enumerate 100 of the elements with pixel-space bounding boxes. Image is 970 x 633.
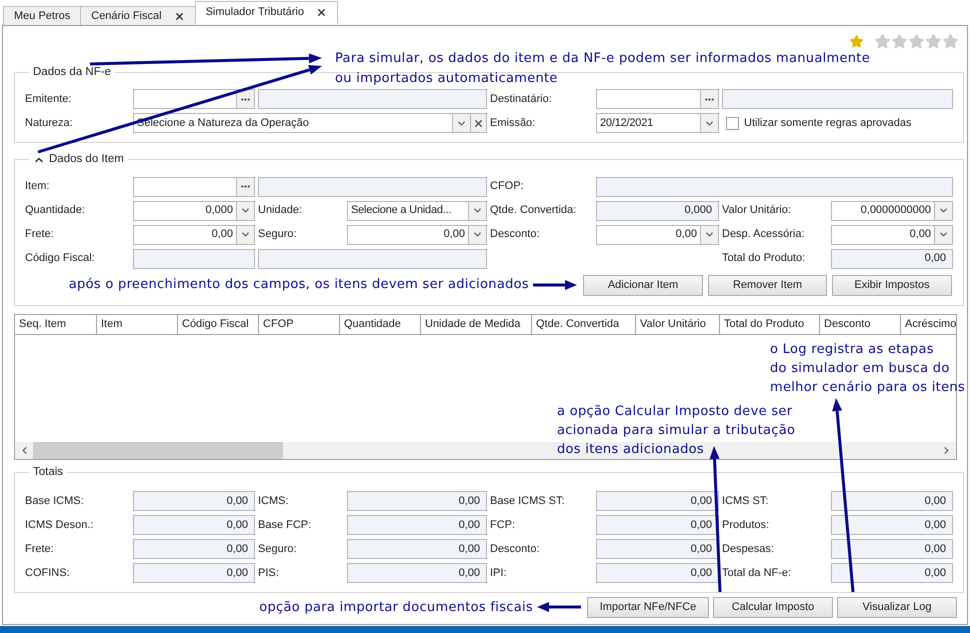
field-label: Base ICMS:: [25, 494, 84, 508]
number-field[interactable]: 0,000: [133, 200, 255, 220]
number-field[interactable]: 0,00: [831, 224, 953, 244]
field-label: CFOP:: [490, 179, 524, 194]
dropdown-field[interactable]: 20/12/2021: [596, 113, 719, 134]
favorite-star-icon[interactable]: [849, 34, 864, 48]
action-button[interactable]: Exibir Impostos: [832, 274, 952, 296]
dropdown-button[interactable]: [700, 114, 718, 132]
annotation: a opção Calcular Imposto deve ser acionada para simular a tributação dos itens adicionados: [557, 403, 796, 459]
rating-star-icon: [891, 32, 908, 50]
field-label: Desconto:: [490, 227, 540, 242]
dropdown-field[interactable]: Selecione a Unidad...: [347, 200, 487, 220]
action-button[interactable]: Adicionar Item: [583, 274, 703, 296]
dropdown-button[interactable]: [468, 202, 486, 220]
field-label: Frete:: [25, 542, 54, 556]
action-button[interactable]: Remover Item: [708, 274, 827, 296]
readonly-field: 0,00: [347, 562, 487, 583]
readonly-field: 0,00: [347, 514, 487, 535]
field-label: ICMS ST:: [722, 494, 768, 508]
field-label: Qtde. Convertida:: [490, 203, 576, 218]
action-button[interactable]: Visualizar Log: [837, 596, 957, 618]
rating-star-icon: [925, 32, 942, 50]
field-label: ICMS:: [258, 494, 289, 508]
field-label: Item:: [25, 179, 50, 194]
field-label: Código Fiscal:: [25, 251, 95, 266]
action-button[interactable]: Importar NFe/NFCe: [587, 596, 709, 618]
readonly-field: 0,00: [133, 538, 255, 559]
dropdown-button[interactable]: [700, 226, 718, 244]
column-header[interactable]: Total do Produto: [720, 314, 820, 334]
column-header[interactable]: Quantidade: [340, 314, 421, 334]
column-header[interactable]: Código Fiscal: [178, 314, 259, 334]
checkbox[interactable]: [726, 116, 739, 130]
readonly-field: 0,00: [347, 490, 487, 511]
readonly-field: 0,00: [831, 538, 953, 559]
field-label: Seguro:: [258, 227, 297, 242]
column-header[interactable]: Seq. Item: [15, 314, 97, 334]
number-field[interactable]: 0,00: [596, 224, 719, 244]
annotation: após o preenchimento dos campos, os itens devem ser adicionados: [68, 276, 529, 294]
readonly-field: 0,00: [596, 490, 719, 511]
scrollbar-thumb[interactable]: [33, 442, 283, 458]
rating-star-icon: [874, 32, 891, 50]
clear-button[interactable]: [470, 114, 486, 132]
dropdown-button[interactable]: [468, 226, 486, 244]
column-header[interactable]: Item: [97, 314, 178, 334]
readonly-field: 0,00: [831, 562, 953, 583]
readonly-field: 0,00: [133, 514, 255, 535]
group-title: Dados da NF-e: [33, 65, 111, 80]
annotation: o Log registra as etapas do simulador em busca do melhor cenário para os itens: [770, 341, 965, 397]
field-label: COFINS:: [25, 566, 70, 580]
column-header[interactable]: Unidade de Medida: [421, 314, 532, 334]
horizontal-scrollbar[interactable]: [15, 442, 956, 458]
browse-button[interactable]: [236, 90, 254, 108]
readonly-field: 0,00: [831, 490, 953, 511]
lookup-field[interactable]: [133, 89, 255, 110]
number-field[interactable]: 0,0000000000: [831, 200, 953, 220]
action-button[interactable]: Calcular Imposto: [713, 596, 833, 618]
star-rating[interactable]: [874, 32, 959, 50]
field-label: ICMS Deson.:: [25, 518, 94, 532]
field-label: Base FCP:: [258, 518, 312, 532]
field-label: Quantidade:: [25, 203, 85, 218]
readonly-field: 0,000: [596, 200, 719, 220]
annotation: opção para importar documentos fiscais: [259, 598, 533, 616]
column-header[interactable]: CFOP: [259, 314, 340, 334]
field-label: PIS:: [258, 566, 279, 580]
tab[interactable]: Meu Petros: [3, 6, 80, 26]
field-label: Despesas:: [722, 542, 774, 556]
rating-star-icon: [942, 32, 959, 50]
dropdown-button[interactable]: [452, 114, 470, 132]
field-label: Destinatário:: [490, 92, 552, 107]
browse-button[interactable]: [236, 178, 254, 196]
readonly-field: 0,00: [831, 514, 953, 535]
lookup-field[interactable]: [133, 176, 255, 196]
field-label: Base ICMS ST:: [490, 494, 565, 508]
number-field[interactable]: 0,00: [133, 224, 255, 244]
field-label: Emissão:: [490, 116, 536, 131]
dropdown-button[interactable]: [236, 226, 254, 244]
close-icon[interactable]: [316, 7, 327, 18]
readonly-field: 0,00: [347, 538, 487, 559]
dropdown-button[interactable]: [934, 202, 952, 220]
field-label: Produtos:: [722, 518, 770, 532]
lookup-field[interactable]: [596, 89, 719, 110]
close-icon[interactable]: [174, 10, 185, 22]
readonly-field: 0,00: [596, 538, 719, 559]
tab[interactable]: Cenário Fiscal: [80, 6, 195, 26]
column-header[interactable]: Qtde. Convertida: [532, 314, 636, 334]
column-header[interactable]: Acréscimo: [901, 314, 956, 334]
field-label: Natureza:: [25, 116, 73, 131]
dropdown-button[interactable]: [236, 202, 254, 220]
readonly-field: 0,00: [133, 490, 255, 511]
arrow: [537, 602, 581, 612]
dropdown-field[interactable]: Selecione a Natureza da Operação: [133, 113, 487, 134]
field-label: Desp. Acessória:: [722, 227, 805, 242]
column-header[interactable]: Desconto: [820, 314, 901, 334]
number-field[interactable]: 0,00: [347, 224, 487, 244]
clear-icon: [473, 118, 484, 129]
readonly-field: 0,00: [831, 248, 953, 268]
column-header[interactable]: Valor Unitário: [636, 314, 720, 334]
dropdown-button[interactable]: [934, 226, 952, 244]
browse-button[interactable]: [700, 90, 718, 108]
tab[interactable]: Simulador Tributário: [194, 1, 338, 24]
